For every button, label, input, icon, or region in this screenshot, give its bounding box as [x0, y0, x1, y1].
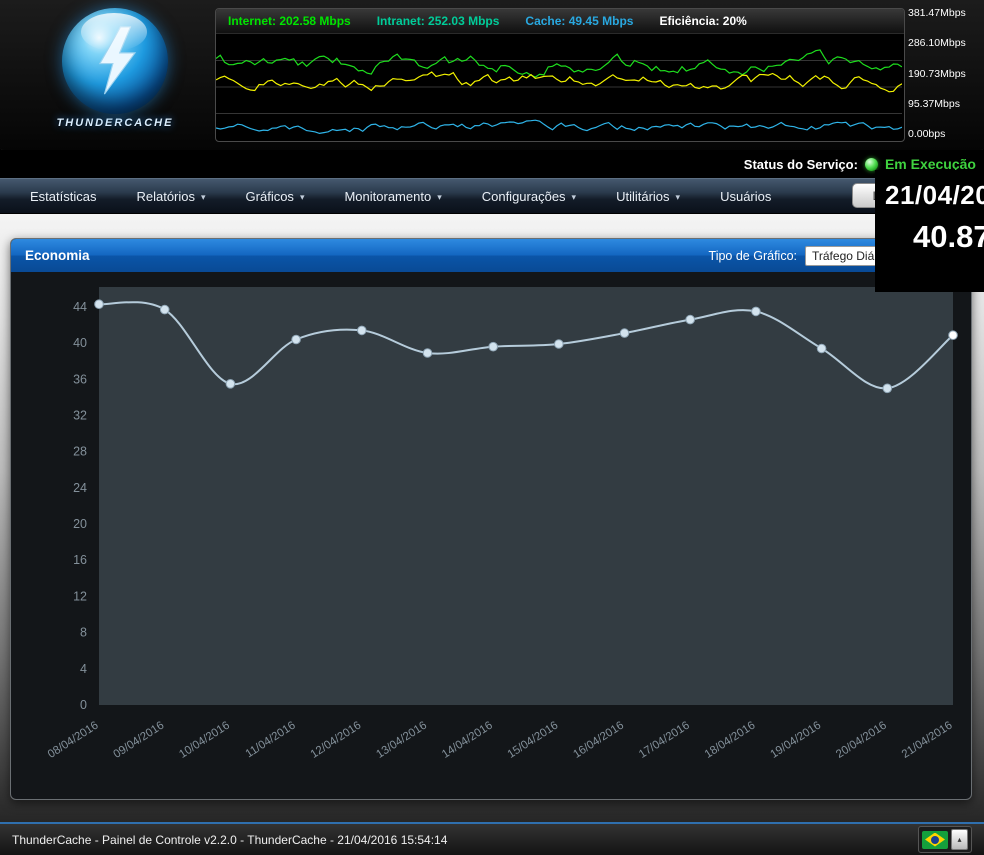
data-point[interactable]	[94, 299, 104, 310]
axis-tick-label: 381.47Mbps	[908, 7, 966, 19]
nav-item-usuarios[interactable]: Usuários	[700, 179, 791, 213]
chart-tooltip: 21/04/2016 40.87	[875, 170, 984, 292]
nav-item-label: Relatórios	[136, 188, 195, 204]
axis-tick-label: 95.37Mbps	[908, 97, 960, 110]
data-point[interactable]	[948, 330, 958, 341]
y-tick-label: 20	[73, 517, 87, 531]
data-point[interactable]	[291, 334, 301, 345]
flag-circle	[931, 835, 939, 844]
app-header: THUNDERCACHE Internet: 202.58 Mbps Intra…	[0, 0, 984, 151]
chevron-up-icon[interactable]: ▴	[951, 829, 968, 850]
traffic-legend-item: Intranet: 252.03 Mbps	[376, 14, 500, 28]
x-tick-label: 18/04/2016	[703, 719, 758, 760]
x-tick-label: 08/04/2016	[46, 719, 101, 760]
data-point[interactable]	[488, 341, 499, 352]
data-point[interactable]	[159, 304, 170, 315]
traffic-legend-item: Internet: 202.58 Mbps	[228, 14, 351, 28]
nav-item-utilitarios[interactable]: Utilitários ▾	[596, 179, 700, 213]
chevron-down-icon: ▾	[437, 191, 442, 202]
nav-item-label: Utilitários	[616, 188, 670, 204]
y-tick-label: 28	[73, 445, 87, 459]
data-point[interactable]	[751, 306, 761, 317]
nav-item-label: Estatísticas	[30, 188, 97, 204]
x-tick-label: 21/04/2016	[900, 719, 955, 760]
axis-tick-label: 0.00bps	[908, 128, 946, 140]
data-point[interactable]	[357, 325, 367, 336]
data-point[interactable]	[554, 339, 564, 349]
logo-wordmark: THUNDERCACHE	[56, 117, 174, 129]
traffic-legend-item: Eficiência: 20%	[659, 14, 747, 28]
footer: ThunderCache - Painel de Controle v2.2.0…	[0, 822, 984, 855]
realtime-traffic-chart	[216, 49, 902, 135]
chevron-down-icon: ▾	[299, 191, 305, 202]
traffic-axis-labels: 381.47Mbps 286.10Mbps 190.73Mbps 95.37Mb…	[908, 8, 982, 140]
status-ok-icon	[864, 157, 878, 171]
traffic-series-internet	[216, 71, 902, 93]
y-tick-label: 32	[73, 409, 87, 423]
x-tick-label: 14/04/2016	[440, 719, 495, 760]
thundercache-logo: THUNDERCACHE	[26, 2, 204, 148]
data-point[interactable]	[882, 383, 893, 394]
nav-item-estatisticas[interactable]: Estatísticas	[10, 179, 116, 213]
footer-text: ThunderCache - Painel de Controle v2.2.0…	[12, 832, 448, 847]
data-point[interactable]	[816, 343, 827, 354]
traffic-legend-item: Cache: 49.45 Mbps	[525, 14, 634, 28]
y-tick-label: 40	[73, 336, 87, 350]
x-tick-label: 16/04/2016	[571, 719, 626, 760]
service-status-label: Status do Serviço:	[743, 156, 858, 172]
nav-item-label: Monitoramento	[344, 188, 432, 204]
x-tick-label: 19/04/2016	[768, 719, 823, 760]
nav-item-label: Gráficos	[245, 188, 294, 204]
panel-title: Economia	[25, 248, 90, 263]
y-tick-label: 24	[73, 481, 87, 495]
economia-panel: Economia Tipo de Gráfico: Tráfego Diário…	[10, 238, 972, 800]
data-point[interactable]	[422, 348, 433, 358]
traffic-series-cache	[216, 119, 902, 135]
x-tick-label: 13/04/2016	[374, 719, 429, 760]
y-tick-label: 0	[80, 698, 87, 712]
x-tick-label: 15/04/2016	[506, 719, 561, 760]
nav-item-relatorios[interactable]: Relatórios ▾	[116, 179, 225, 213]
data-point[interactable]	[619, 328, 630, 338]
panel-header: Economia Tipo de Gráfico: Tráfego Diário…	[11, 239, 971, 272]
service-status-bar: Status do Serviço: Em Execução	[0, 150, 984, 178]
x-tick-label: 17/04/2016	[637, 719, 692, 760]
economia-chart[interactable]: 0 4 8 12 16 20 24 28 32 36 40 44 08/04/2016 09/04/201…	[13, 275, 965, 791]
traffic-series-intranet	[216, 49, 902, 78]
thundercache-app: THUNDERCACHE Internet: 202.58 Mbps Intra…	[0, 0, 984, 855]
language-selector[interactable]: ▴	[918, 826, 972, 853]
nav-item-graficos[interactable]: Gráficos ▾	[226, 179, 325, 213]
x-tick-label: 10/04/2016	[177, 719, 232, 760]
traffic-legend: Internet: 202.58 Mbps Intranet: 252.03 M…	[216, 9, 904, 34]
chevron-down-icon: ▾	[675, 191, 681, 202]
brazil-flag-icon	[922, 830, 948, 849]
nav-item-configuracoes[interactable]: Configurações ▾	[462, 179, 596, 213]
axis-tick-label: 190.73Mbps	[908, 67, 966, 80]
x-tick-label: 09/04/2016	[112, 719, 167, 760]
y-tick-label: 12	[73, 589, 87, 603]
tooltip-value: 40.87	[913, 219, 984, 254]
x-tick-label: 20/04/2016	[834, 719, 889, 760]
chevron-down-icon: ▾	[201, 191, 206, 202]
data-point[interactable]	[225, 379, 236, 389]
x-tick-label: 12/04/2016	[309, 719, 364, 760]
y-tick-label: 36	[73, 372, 87, 386]
chart-type-label: Tipo de Gráfico:	[708, 248, 797, 263]
x-tick-label: 11/04/2016	[244, 719, 298, 760]
chevron-down-icon: ▾	[571, 191, 577, 202]
y-tick-label: 8	[80, 626, 87, 640]
realtime-traffic-panel: Internet: 202.58 Mbps Intranet: 252.03 M…	[215, 8, 905, 142]
logo-globe-icon	[62, 8, 168, 114]
y-tick-label: 4	[80, 662, 87, 676]
nav-item-label: Configurações	[481, 188, 566, 204]
data-point[interactable]	[685, 314, 696, 325]
lightning-bolt-icon	[98, 26, 136, 95]
y-tick-label: 44	[73, 300, 87, 314]
main-nav: Estatísticas Relatórios ▾ Gráficos ▾ Mon…	[0, 178, 984, 214]
nav-item-monitoramento[interactable]: Monitoramento ▾	[324, 179, 461, 213]
nav-item-label: Usuários	[720, 188, 772, 204]
tooltip-date: 21/04/2016	[885, 180, 984, 210]
y-tick-label: 16	[73, 553, 87, 567]
axis-tick-label: 286.10Mbps	[908, 37, 966, 50]
